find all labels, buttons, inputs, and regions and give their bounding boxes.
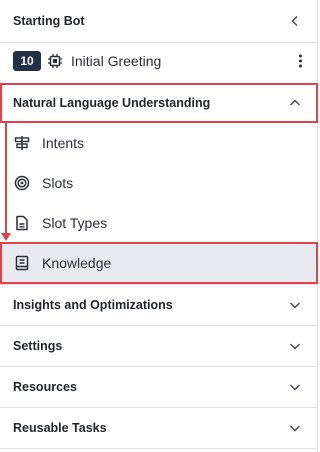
nav-item-slot-types[interactable]: Slot Types (0, 203, 318, 243)
section-title: Insights and Optimizations (13, 297, 173, 312)
chevron-down-icon[interactable] (286, 337, 304, 355)
section-resources[interactable]: Resources (0, 366, 318, 407)
section-title: Resources (13, 379, 77, 394)
chevron-down-icon[interactable] (286, 378, 304, 396)
nav-item-intents[interactable]: Intents (0, 123, 318, 163)
chevron-down-icon[interactable] (286, 419, 304, 437)
annotation-arrow-line (5, 123, 7, 235)
greeting-count-badge: 10 (13, 51, 41, 71)
more-options-icon[interactable] (299, 54, 302, 68)
divider (0, 448, 318, 449)
greeting-label: Initial Greeting (71, 53, 162, 69)
annotation-arrow-head (1, 233, 11, 241)
slot-types-label: Slot Types (42, 215, 108, 231)
knowledge-label: Knowledge (42, 255, 112, 271)
chevron-up-icon[interactable] (286, 94, 304, 112)
panel-title: Starting Bot (13, 14, 85, 28)
document-icon (13, 214, 31, 232)
bot-navigation-panel: Starting Bot 10 Initial Greeting Natural… (0, 0, 318, 452)
chevron-down-icon[interactable] (286, 296, 304, 314)
nav-item-slots[interactable]: Slots (0, 163, 318, 203)
section-title: Reusable Tasks (13, 420, 107, 435)
nav-item-knowledge[interactable]: Knowledge (0, 243, 318, 283)
target-icon (13, 174, 31, 192)
book-icon (13, 254, 31, 272)
initial-greeting-row[interactable]: 10 Initial Greeting (0, 41, 318, 81)
section-insights-and-optimizations[interactable]: Insights and Optimizations (0, 284, 318, 325)
nlu-section-title: Natural Language Understanding (13, 96, 211, 110)
intents-icon (13, 134, 31, 152)
slots-label: Slots (42, 175, 74, 191)
section-title: Settings (13, 338, 63, 353)
collapse-panel-chevron-left-icon[interactable] (286, 12, 304, 30)
nlu-section-header[interactable]: Natural Language Understanding (0, 84, 318, 122)
section-reusable-tasks[interactable]: Reusable Tasks (0, 407, 318, 448)
intents-label: Intents (42, 135, 85, 151)
section-settings[interactable]: Settings (0, 325, 318, 366)
chip-icon (46, 52, 64, 70)
starting-bot-header[interactable]: Starting Bot (0, 0, 318, 42)
